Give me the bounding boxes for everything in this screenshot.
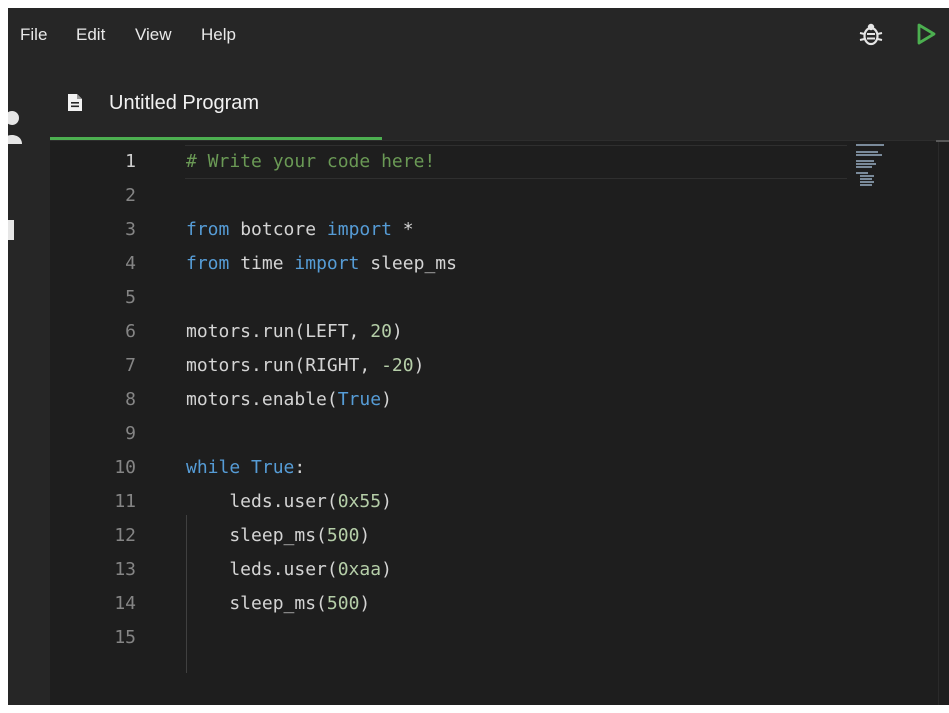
code-token-plain: ) <box>381 559 392 580</box>
code-line[interactable]: sleep_ms(500) <box>186 587 370 621</box>
code-token-plain: leds.user( <box>186 491 338 512</box>
code-token-plain: ) <box>359 593 371 614</box>
code-token-number: -20 <box>381 355 414 376</box>
line-number: 10 <box>114 457 136 478</box>
line-number: 8 <box>125 389 136 410</box>
code-token-plain: botcore <box>229 219 327 240</box>
code-token-comment: # Write your code here! <box>186 151 436 172</box>
code-line[interactable]: from time import sleep_ms <box>186 247 457 281</box>
tab-label: Untitled Program <box>109 92 260 114</box>
code-token-number: 0x55 <box>337 491 382 512</box>
file-document-icon <box>68 94 82 111</box>
code-token-plain: motors.run(LEFT, <box>186 321 371 342</box>
line-number: 13 <box>114 559 136 580</box>
code-token-plain: ) <box>381 491 392 512</box>
code-token-plain: ) <box>413 355 425 376</box>
code-token-plain: sleep_ms( <box>186 525 327 546</box>
code-token-keyword: import <box>326 219 392 240</box>
code-token-plain: motors.run(RIGHT, <box>186 355 382 376</box>
minimap-line <box>860 184 872 186</box>
code-token-keyword: True <box>337 389 382 410</box>
code-line[interactable]: motors.run(LEFT, 20) <box>186 315 403 349</box>
minimap[interactable] <box>856 142 928 192</box>
line-number: 9 <box>125 423 136 444</box>
scrollbar-thumb[interactable] <box>936 140 949 142</box>
code-token-number: 0xaa <box>337 559 382 580</box>
code-token-plain: leds.user( <box>186 559 338 580</box>
code-line[interactable]: leds.user(0x55) <box>186 485 392 519</box>
code-token-plain: time <box>229 253 295 274</box>
line-number: 1 <box>125 151 136 172</box>
user-icon[interactable] <box>8 110 26 144</box>
minimap-line <box>860 178 872 180</box>
indent-guide <box>186 515 187 673</box>
minimap-line <box>860 175 874 177</box>
minimap-line <box>856 166 872 168</box>
ide-window: File Edit View Help Untitled Program 1 2… <box>8 8 949 705</box>
code-token-keyword: from <box>186 219 230 240</box>
code-token-keyword: while <box>186 457 241 478</box>
code-token-plain: ) <box>381 389 392 410</box>
code-line[interactable]: leds.user(0xaa) <box>186 553 392 587</box>
menu-help[interactable]: Help <box>201 24 236 46</box>
code-line[interactable]: from botcore import * <box>186 213 414 247</box>
code-token-keyword: import <box>294 253 360 274</box>
minimap-line <box>856 163 876 165</box>
minimap-line <box>856 144 884 146</box>
code-line[interactable]: # Write your code here! <box>186 145 435 179</box>
tab-untitled-program[interactable]: Untitled Program <box>50 60 382 140</box>
code-token-plain: sleep_ms <box>359 253 457 274</box>
code-token-number: 20 <box>370 321 392 342</box>
code-token-plain: motors.enable( <box>186 389 338 410</box>
line-number: 6 <box>125 321 136 342</box>
minimap-line <box>856 154 882 156</box>
code-token-plain: ) <box>359 525 371 546</box>
code-token-plain: * <box>391 219 414 240</box>
line-number: 11 <box>114 491 136 512</box>
code-line[interactable]: while True: <box>186 451 305 485</box>
line-number: 5 <box>125 287 136 308</box>
vertical-scrollbar[interactable] <box>938 140 949 705</box>
line-number: 14 <box>114 593 136 614</box>
code-line[interactable]: motors.run(RIGHT, -20) <box>186 349 424 383</box>
line-number: 2 <box>125 185 136 206</box>
line-number: 15 <box>114 627 136 648</box>
code-token-plain: ) <box>391 321 403 342</box>
bug-icon[interactable] <box>858 21 884 47</box>
code-line[interactable]: sleep_ms(500) <box>186 519 370 553</box>
line-number: 4 <box>125 253 136 274</box>
minimap-line <box>860 181 874 183</box>
code-line[interactable]: motors.enable(True) <box>186 383 392 417</box>
menu-file[interactable]: File <box>20 24 47 46</box>
line-number: 12 <box>114 525 136 546</box>
minimap-line <box>856 151 878 153</box>
panel-icon[interactable] <box>8 220 26 240</box>
code-token-number: 500 <box>326 593 360 614</box>
tab-bar: Untitled Program <box>50 60 949 140</box>
line-number: 7 <box>125 355 136 376</box>
editor-border <box>50 140 949 141</box>
code-token-keyword: True <box>251 457 295 478</box>
code-token-plain: sleep_ms( <box>186 593 327 614</box>
minimap-line <box>856 172 868 174</box>
code-token-keyword: from <box>186 253 230 274</box>
menu-edit[interactable]: Edit <box>76 24 105 46</box>
code-editor[interactable]: 1 2 3 4 5 6 7 8 9 10 11 12 13 14 15 # Write your code … <box>50 140 949 705</box>
menu-bar: File Edit View Help <box>8 8 949 60</box>
menu-view[interactable]: View <box>135 24 172 46</box>
code-token-number: 500 <box>326 525 360 546</box>
minimap-line <box>856 160 874 162</box>
line-number: 3 <box>125 219 136 240</box>
code-token-plain: : <box>294 457 306 478</box>
left-sidebar <box>8 60 50 705</box>
play-icon[interactable] <box>913 21 939 47</box>
